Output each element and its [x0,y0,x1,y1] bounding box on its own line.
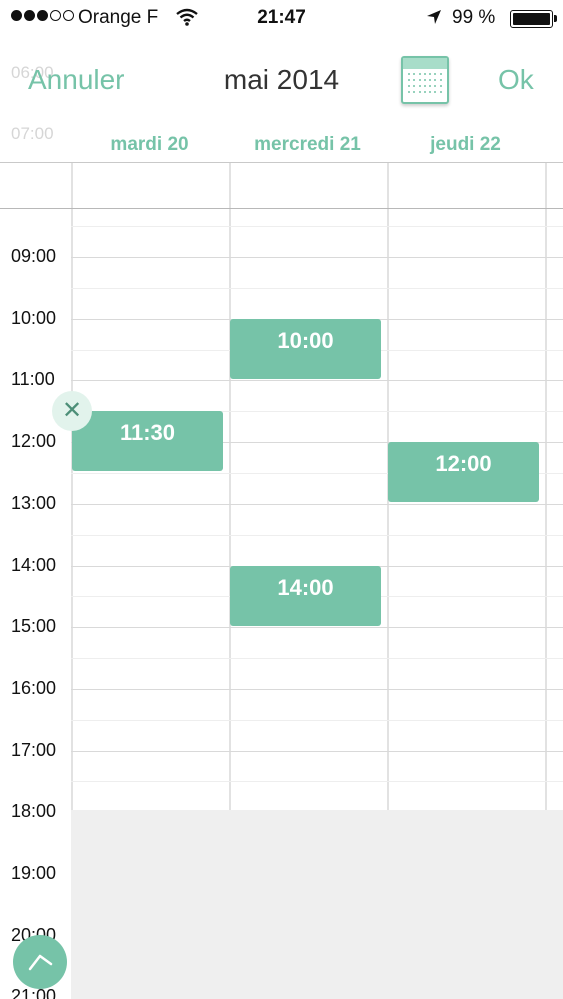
ok-button[interactable]: Ok [498,64,534,96]
calendar-grid[interactable]: 09:00 10:00 11:00 12:00 13:00 14:00 15:00 16:00… [0,163,563,999]
half-hour-gridline [71,287,563,289]
day-header-tuesday[interactable]: mardi 20 [71,134,228,156]
event-block[interactable]: 11:30 [72,411,223,472]
hour-label: 19:00 [11,863,57,883]
event-block[interactable]: 12:00 [388,442,539,503]
half-hour-gridline [71,658,563,660]
ghost-hour-label: 07:00 [11,124,54,143]
half-hour-gridline [71,534,563,536]
half-hour-gridline [71,719,563,721]
hour-label: 16:00 [11,677,57,698]
location-arrow-icon [426,9,442,31]
hour-label: 15:00 [11,616,57,637]
evening-shaded-zone [71,810,563,999]
hour-label: 09:00 [11,246,57,266]
calendar-header: 06:00 07:00 Annuler mai 2014 Ok mardi 20… [0,38,563,163]
hour-gridline [71,627,563,629]
half-hour-gridline [71,781,563,783]
page-title: mai 2014 [223,64,340,95]
hour-gridline [71,750,563,752]
clock-icon[interactable] [13,935,67,989]
status-bar: Orange F 21:47 99 % [0,0,563,38]
hour-label: 11:00 [11,369,55,390]
close-icon[interactable]: ✕ [52,391,92,431]
half-hour-gridline [71,226,563,228]
hour-gridline [71,380,563,382]
day-header-wednesday[interactable]: mercredi 21 [229,134,386,156]
hour-label: 12:00 [11,431,57,452]
calendar-icon[interactable] [401,56,449,104]
hour-label: 10:00 [11,307,57,328]
all-day-separator [0,208,563,209]
event-block[interactable]: 10:00 [230,318,381,379]
hour-label: 13:00 [11,492,57,513]
hour-gridline [71,257,563,258]
hour-label: 18:00 [11,801,57,822]
battery-icon [510,10,557,28]
hour-gridline [71,503,563,505]
battery-percent: 99 % [452,7,496,28]
hour-label: 14:00 [11,554,57,575]
hour-label: 17:00 [11,739,57,760]
event-block[interactable]: 14:00 [230,565,381,626]
day-header-thursday[interactable]: jeudi 22 [387,134,544,156]
hour-gridline [71,688,563,690]
